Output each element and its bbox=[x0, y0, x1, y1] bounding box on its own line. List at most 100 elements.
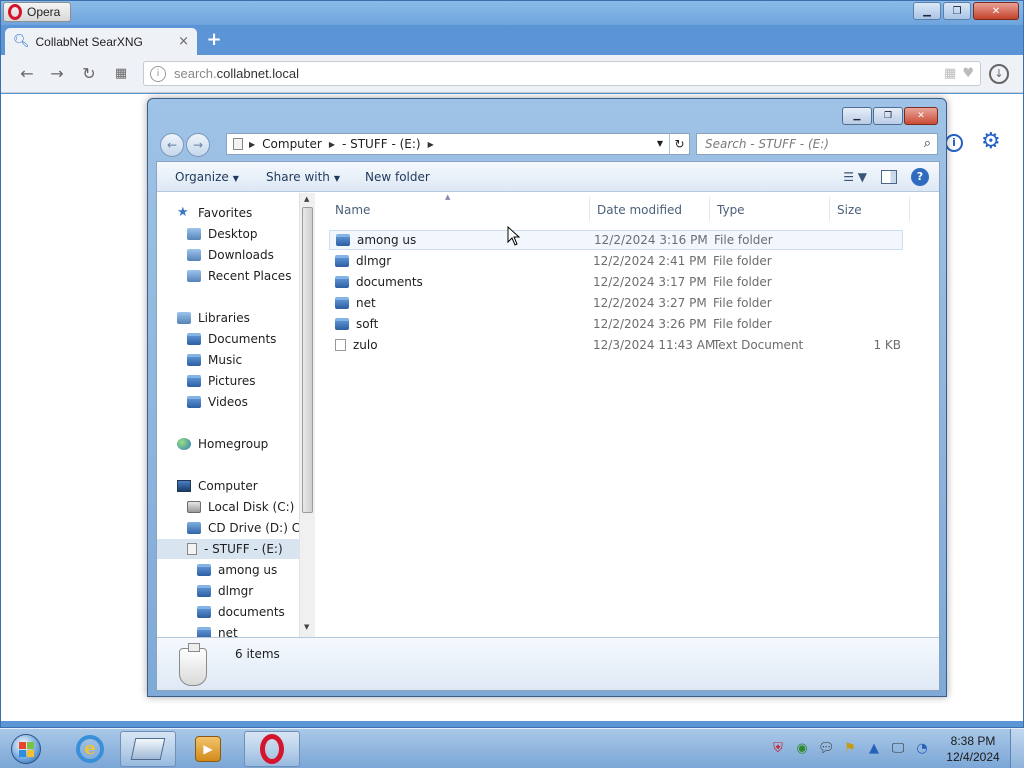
gear-icon[interactable]: ⚙ bbox=[981, 131, 1001, 153]
taskbar-windows-explorer[interactable] bbox=[120, 731, 176, 767]
nav-computer[interactable]: Computer bbox=[157, 476, 315, 496]
breadcrumb-stuff-drive[interactable]: - STUFF - (E:) bbox=[337, 137, 426, 151]
nav-cd-drive[interactable]: CD Drive (D:) CD bbox=[157, 518, 315, 538]
back-arrow-icon[interactable]: ← bbox=[17, 64, 37, 84]
file-date: 12/2/2024 3:16 PM bbox=[594, 233, 708, 247]
volume-icon[interactable]: ◔ bbox=[914, 741, 930, 757]
file-row[interactable]: net 12/2/2024 3:27 PM File folder bbox=[329, 293, 903, 313]
tab-collabnet-searxng[interactable]: 🔍︎ CollabNet SearXNG × bbox=[5, 28, 197, 55]
view-options-icon[interactable]: ☰ ▼ bbox=[843, 170, 867, 184]
opera-menu-button[interactable]: Opera bbox=[3, 2, 71, 22]
tile-icon[interactable]: ▦ bbox=[944, 66, 956, 81]
nav-local-disk[interactable]: Local Disk (C:) bbox=[157, 497, 315, 517]
file-date: 12/2/2024 3:26 PM bbox=[593, 317, 707, 331]
search-icon[interactable]: ⌕ bbox=[924, 136, 931, 151]
notification-icon[interactable]: ▲ bbox=[866, 741, 882, 757]
address-bar[interactable]: i search.collabnet.local ▦ ♥ bbox=[143, 61, 981, 86]
column-divider[interactable] bbox=[589, 197, 590, 221]
file-row[interactable]: soft 12/2/2024 3:26 PM File folder bbox=[329, 314, 903, 334]
file-name-cell: among us bbox=[336, 233, 416, 247]
file-row[interactable]: among us 12/2/2024 3:16 PM File folder bbox=[329, 230, 903, 250]
column-divider[interactable] bbox=[829, 197, 830, 221]
site-info-icon[interactable]: i bbox=[150, 65, 166, 82]
nav-pictures[interactable]: Pictures bbox=[157, 371, 315, 391]
breadcrumb-arrow-icon[interactable]: ▶ bbox=[327, 140, 337, 149]
explorer-forward-icon[interactable]: → bbox=[186, 133, 210, 157]
minimize-button[interactable]: ▁ bbox=[913, 2, 941, 20]
nav-homegroup[interactable]: Homegroup bbox=[157, 434, 315, 454]
nav-documents[interactable]: Documents bbox=[157, 329, 315, 349]
explorer-close-button[interactable]: ✕ bbox=[904, 107, 938, 125]
explorer-restore-button[interactable]: ❐ bbox=[873, 107, 903, 125]
column-header-type[interactable]: Type bbox=[717, 203, 745, 217]
taskbar-opera[interactable] bbox=[244, 731, 300, 767]
nav-label: CD Drive (D:) CD bbox=[208, 521, 310, 535]
file-row[interactable]: documents 12/2/2024 3:17 PM File folder bbox=[329, 272, 903, 292]
tab-close-button[interactable]: × bbox=[178, 34, 189, 49]
flag-icon[interactable]: ⚑ bbox=[842, 741, 858, 757]
refresh-icon[interactable]: ↻ bbox=[669, 134, 689, 154]
column-divider[interactable] bbox=[909, 197, 910, 221]
info-icon[interactable]: i bbox=[945, 134, 963, 152]
file-row[interactable]: dlmgr 12/2/2024 2:41 PM File folder bbox=[329, 251, 903, 271]
breadcrumb-arrow-icon[interactable]: ▶ bbox=[426, 140, 436, 149]
nav-label: Pictures bbox=[208, 374, 256, 388]
download-icon[interactable]: ↓ bbox=[989, 64, 1009, 84]
taskbar-clock[interactable]: 8:38 PM 12/4/2024 bbox=[944, 733, 1002, 765]
help-icon[interactable]: ? bbox=[911, 168, 929, 186]
taskbar-media-player[interactable]: ▶ bbox=[180, 731, 236, 767]
scrollbar-thumb[interactable] bbox=[302, 207, 313, 513]
nav-documents-folder[interactable]: documents bbox=[157, 602, 315, 622]
nav-desktop[interactable]: Desktop bbox=[157, 224, 315, 244]
nav-libraries[interactable]: Libraries bbox=[157, 308, 315, 328]
nav-recent-places[interactable]: Recent Places bbox=[157, 266, 315, 286]
file-row[interactable]: zulo 12/3/2024 11:43 AM Text Document 1 … bbox=[329, 335, 903, 355]
explorer-body: Organize ▼ Share with ▼ New folder ☰ ▼ ? ★… bbox=[156, 161, 940, 691]
start-button[interactable] bbox=[6, 731, 46, 767]
share-with-button[interactable]: Share with ▼ bbox=[266, 170, 340, 184]
nav-dlmgr[interactable]: dlmgr bbox=[157, 581, 315, 601]
column-header-size[interactable]: Size bbox=[837, 203, 862, 217]
taskbar-internet-explorer[interactable]: e bbox=[62, 731, 118, 767]
organize-button[interactable]: Organize ▼ bbox=[175, 170, 239, 184]
nav-stuff-drive[interactable]: - STUFF - (E:) bbox=[157, 539, 315, 559]
show-desktop-button[interactable] bbox=[1010, 729, 1024, 768]
maximize-button[interactable]: ❐ bbox=[943, 2, 971, 20]
new-folder-button[interactable]: New folder bbox=[365, 170, 430, 184]
close-button[interactable]: ✕ bbox=[973, 2, 1019, 20]
network-globe-icon[interactable]: ◉ bbox=[794, 741, 810, 757]
nav-among-us[interactable]: among us bbox=[157, 560, 315, 580]
explorer-back-icon[interactable]: ← bbox=[160, 133, 184, 157]
monitor-icon[interactable]: 🖵︎ bbox=[890, 741, 906, 757]
shield-icon[interactable]: ⛨ bbox=[770, 741, 786, 757]
speed-dial-icon[interactable]: ▦ bbox=[111, 64, 131, 84]
explorer-minimize-button[interactable]: ▁ bbox=[842, 107, 872, 125]
file-type: File folder bbox=[713, 275, 772, 289]
nav-label: Desktop bbox=[208, 227, 258, 241]
breadcrumb-arrow-icon[interactable]: ▶ bbox=[247, 140, 257, 149]
scroll-up-icon[interactable]: ▲ bbox=[304, 195, 309, 203]
column-divider[interactable] bbox=[709, 197, 710, 221]
preview-pane-icon[interactable] bbox=[881, 170, 897, 184]
address-dropdown-icon[interactable]: ▼ bbox=[653, 134, 667, 154]
breadcrumb-computer[interactable]: Computer bbox=[257, 137, 327, 151]
nav-downloads[interactable]: Downloads bbox=[157, 245, 315, 265]
new-tab-button[interactable]: + bbox=[205, 31, 223, 49]
explorer-address-bar[interactable]: ▶ Computer ▶ - STUFF - (E:) ▶ ▼ ↻ bbox=[226, 133, 690, 155]
nav-scrollbar[interactable]: ▲ ▼ bbox=[299, 193, 315, 637]
forward-arrow-icon[interactable]: → bbox=[47, 64, 67, 84]
opera-icon bbox=[260, 734, 284, 764]
nav-net[interactable]: net bbox=[157, 623, 315, 637]
scroll-down-icon[interactable]: ▼ bbox=[304, 623, 309, 631]
explorer-window: ▁ ❐ ✕ ← → ▶ Computer ▶ - STUFF - (E:) ▶ … bbox=[147, 98, 947, 697]
column-header-date[interactable]: Date modified bbox=[597, 203, 682, 217]
nav-favorites[interactable]: ★ Favorites bbox=[157, 203, 315, 223]
nav-music[interactable]: Music bbox=[157, 350, 315, 370]
reload-icon[interactable]: ↻ bbox=[79, 64, 99, 84]
heart-icon[interactable]: ♥ bbox=[962, 66, 974, 81]
file-type: File folder bbox=[713, 254, 772, 268]
nav-videos[interactable]: Videos bbox=[157, 392, 315, 412]
column-header-name[interactable]: Name bbox=[335, 203, 370, 217]
chat-bubble-icon[interactable]: 💬︎ bbox=[818, 741, 835, 757]
explorer-search-input[interactable]: Search - STUFF - (E:) ⌕ bbox=[696, 133, 938, 155]
